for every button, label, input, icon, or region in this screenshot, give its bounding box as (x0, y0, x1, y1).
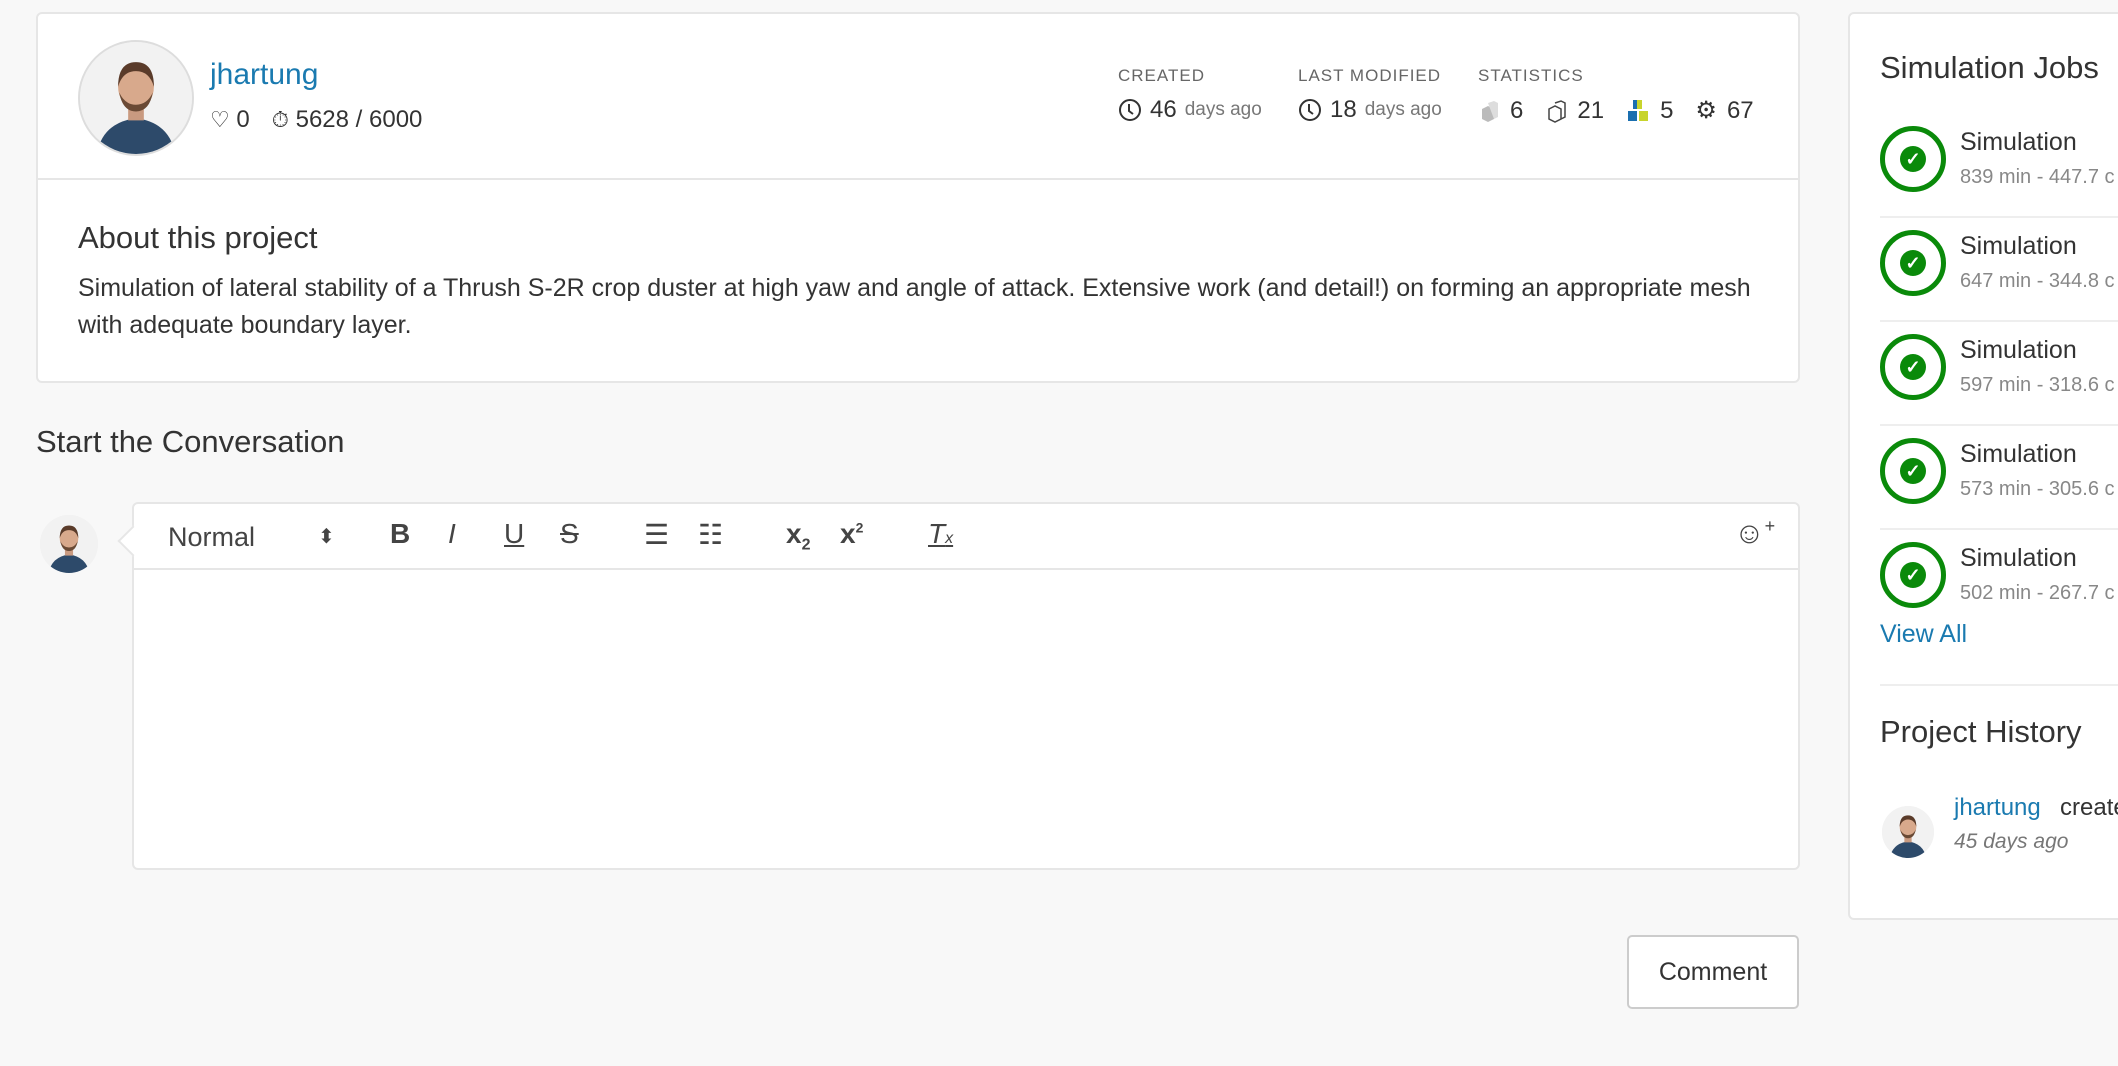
mesh-icon (1548, 99, 1567, 123)
gears-icon: ⚙ (1695, 97, 1717, 124)
job-item[interactable]: ✓ Simulation 647 min - 344.8 c (1880, 218, 2118, 322)
job-item[interactable]: ✓ Simulation 502 min - 267.7 c (1880, 530, 2118, 634)
format-select[interactable]: Normal (168, 522, 255, 553)
likes-count: 0 (236, 106, 250, 133)
sidebar-panel: Simulation Jobs ✓ Simulation 839 min - 447… (1848, 12, 2118, 920)
job-detail: 502 min - 267.7 c (1960, 582, 2115, 604)
history-avatar (1882, 806, 1934, 858)
success-icon: ✓ (1880, 438, 1946, 504)
emoji-add-icon[interactable]: ☺+ (1734, 516, 1775, 551)
statistics-label: STATISTICS (1478, 66, 1584, 85)
modified-value: 18 (1330, 96, 1357, 123)
simulation-icon (1628, 99, 1649, 121)
about-section: About this project Simulation of lateral… (38, 180, 1798, 384)
comment-button[interactable]: Comment (1627, 935, 1799, 1009)
clock-icon (1298, 98, 1322, 122)
clock-icon (1118, 98, 1142, 122)
bullet-list-button[interactable]: ☷ (698, 518, 723, 551)
modified-unit: days ago (1364, 99, 1442, 120)
job-name: Simulation (1960, 232, 2077, 260)
history-user-link[interactable]: jhartung (1954, 794, 2041, 822)
history-action: create (2060, 794, 2118, 821)
success-icon: ✓ (1880, 126, 1946, 192)
created-unit: days ago (1184, 99, 1262, 120)
strike-button[interactable]: S (560, 518, 579, 550)
job-item[interactable]: ✓ Simulation 839 min - 447.7 c (1880, 114, 2118, 218)
avatar[interactable] (78, 40, 194, 156)
mesh-count: 21 (1577, 96, 1605, 124)
project-card: jhartung ♡ 0 ⏱ 5628 / 6000 CREATED 46 day… (36, 12, 1800, 383)
created-label: CREATED (1118, 66, 1205, 85)
bold-button[interactable]: B (390, 518, 410, 550)
superscript-button[interactable]: x2 (840, 518, 863, 550)
job-name: Simulation (1960, 440, 2077, 468)
about-title: About this project (78, 220, 318, 255)
stopwatch-icon: ⏱ (271, 107, 289, 132)
about-description: Simulation of lateral stability of a Thr… (78, 274, 1751, 339)
job-detail: 839 min - 447.7 c (1960, 166, 2115, 188)
success-icon: ✓ (1880, 542, 1946, 608)
current-user-avatar (40, 515, 98, 573)
heart-icon[interactable]: ♡ (210, 107, 230, 133)
geometry-icon (1482, 100, 1498, 122)
quota-value: 5628 / 6000 (295, 106, 423, 133)
job-item[interactable]: ✓ Simulation 597 min - 318.6 c (1880, 322, 2118, 426)
subscript-button[interactable]: x2 (786, 518, 810, 555)
job-detail: 573 min - 305.6 c (1960, 478, 2115, 500)
simulation-count: 5 (1660, 96, 1674, 124)
underline-button[interactable]: U (504, 518, 524, 550)
success-icon: ✓ (1880, 230, 1946, 296)
history-title: Project History (1880, 714, 2082, 749)
conversation-title: Start the Conversation (36, 424, 345, 459)
comment-textarea[interactable] (134, 570, 1798, 868)
job-name: Simulation (1960, 544, 2077, 572)
editor-toolbar: Normal ⬍ B I U S ☰ ☷ x2 x2 Tx ☺+ (134, 504, 1798, 570)
runs-count: 67 (1726, 96, 1754, 124)
modified-meta: LAST MODIFIED 18 days ago (1298, 66, 1442, 124)
italic-button[interactable]: I (448, 518, 456, 550)
select-arrows-icon[interactable]: ⬍ (318, 524, 335, 549)
clear-format-button[interactable]: Tx (928, 518, 953, 550)
modified-label: LAST MODIFIED (1298, 66, 1442, 85)
comment-editor: Normal ⬍ B I U S ☰ ☷ x2 x2 Tx ☺+ (132, 502, 1800, 870)
username-link[interactable]: jhartung (210, 58, 318, 92)
created-value: 46 (1150, 96, 1177, 123)
ordered-list-button[interactable]: ☰ (644, 518, 669, 551)
statistics-meta: STATISTICS 6 21 5 ⚙ 67 (1478, 66, 1754, 125)
view-all-link[interactable]: View All (1880, 620, 1967, 649)
created-meta: CREATED 46 days ago (1118, 66, 1262, 124)
success-icon: ✓ (1880, 334, 1946, 400)
jobs-title: Simulation Jobs (1880, 50, 2099, 85)
divider (1880, 684, 2118, 686)
user-stats: ♡ 0 ⏱ 5628 / 6000 (210, 106, 422, 134)
job-name: Simulation (1960, 336, 2077, 364)
job-detail: 647 min - 344.8 c (1960, 270, 2115, 292)
job-detail: 597 min - 318.6 c (1960, 374, 2115, 396)
job-item[interactable]: ✓ Simulation 573 min - 305.6 c (1880, 426, 2118, 530)
history-time: 45 days ago (1954, 830, 2069, 853)
project-header: jhartung ♡ 0 ⏱ 5628 / 6000 CREATED 46 day… (38, 14, 1798, 180)
geometry-count: 6 (1510, 96, 1524, 124)
job-name: Simulation (1960, 128, 2077, 156)
